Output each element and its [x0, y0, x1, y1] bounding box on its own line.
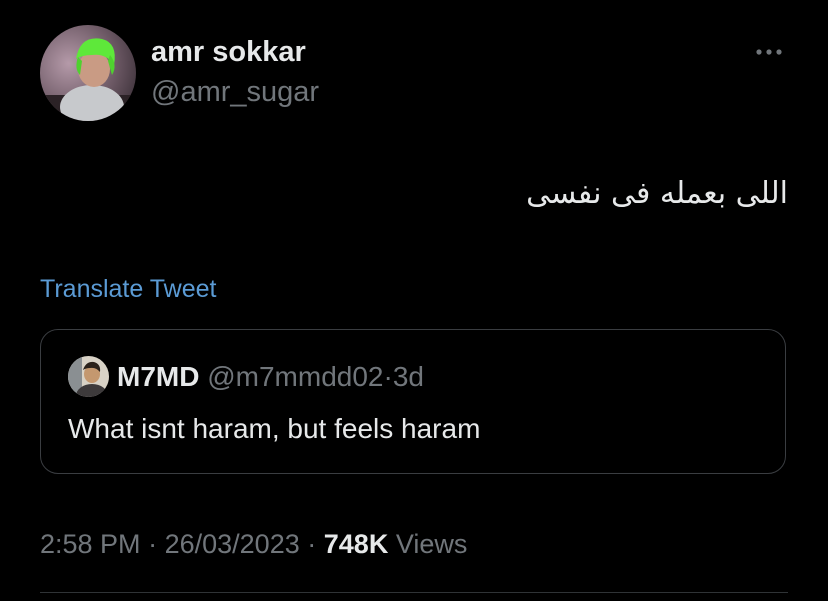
quoted-separator: · — [383, 361, 393, 392]
quoted-display-name[interactable]: M7MD — [117, 361, 199, 392]
quoted-tweet-card[interactable]: M7MD @m7mmdd02·3d What isnt haram, but f… — [40, 329, 786, 474]
tweet-meta-row: 2:58 PM · 26/03/2023 · 748K Views — [40, 527, 467, 561]
author-handle[interactable]: @amr_sugar — [151, 75, 319, 109]
tweet-text: اللى بعمله فى نفسى — [526, 176, 788, 211]
views-label[interactable]: Views — [396, 529, 468, 559]
tweet-time[interactable]: 2:58 PM — [40, 529, 141, 559]
author-display-name[interactable]: amr sokkar — [151, 35, 306, 69]
tweet-date[interactable]: 26/03/2023 — [165, 529, 300, 559]
quoted-tweet-header: M7MD @m7mmdd02·3d — [117, 360, 424, 394]
author-avatar[interactable] — [40, 25, 136, 121]
meta-separator: · — [148, 529, 158, 559]
quoted-tweet-text: What isnt haram, but feels haram — [68, 413, 481, 444]
profile-photo-icon — [68, 356, 109, 397]
translate-tweet-link[interactable]: Translate Tweet — [40, 273, 216, 305]
divider — [40, 592, 788, 593]
quoted-handle[interactable]: @m7mmdd02 — [207, 361, 383, 392]
quoted-author-avatar[interactable] — [68, 356, 109, 397]
more-horizontal-icon[interactable] — [752, 40, 788, 64]
meta-separator: · — [307, 529, 317, 559]
profile-photo-icon — [40, 25, 136, 121]
quoted-age[interactable]: 3d — [393, 361, 424, 392]
views-count[interactable]: 748K — [324, 529, 389, 559]
